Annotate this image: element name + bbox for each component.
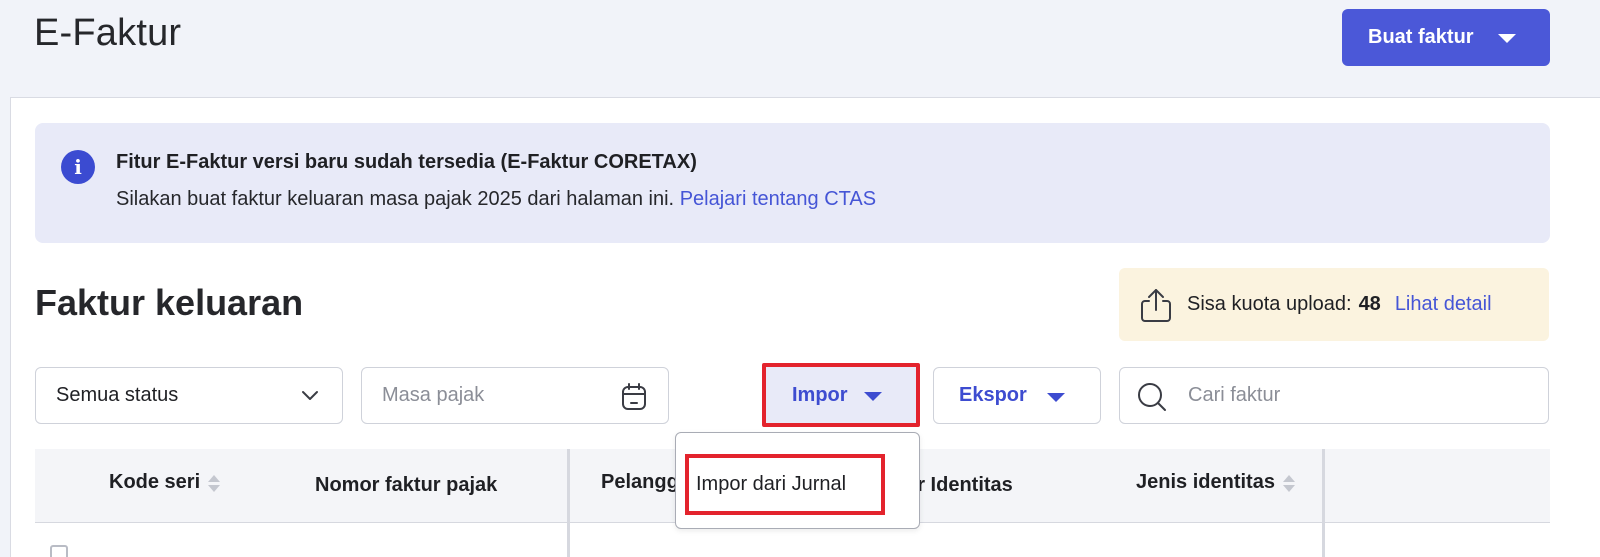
menu-item-label: Impor dari Jurnal — [696, 473, 847, 495]
search-icon — [1138, 383, 1166, 411]
search-placeholder: Cari faktur — [1188, 384, 1281, 406]
tax-period-placeholder: Masa pajak — [382, 384, 485, 406]
column-header-series-code[interactable]: Kode seri — [109, 471, 221, 494]
sort-icon[interactable] — [208, 473, 221, 493]
page-title: E-Faktur — [34, 12, 182, 54]
quota-detail-link[interactable]: Lihat detail — [1395, 293, 1492, 316]
info-banner-title: Fitur E-Faktur versi baru sudah tersedia… — [116, 151, 697, 173]
chevron-down-icon — [1498, 34, 1516, 43]
column-header-customer: Pelangg — [601, 471, 679, 494]
info-banner — [35, 123, 1550, 243]
column-header-label: Kode seri — [109, 471, 201, 493]
quota-value: 48 — [1358, 293, 1381, 315]
export-button-label: Ekspor — [959, 384, 1027, 406]
learn-ctas-link[interactable]: Pelajari tentang CTAS — [680, 188, 876, 210]
calendar-icon[interactable] — [620, 382, 648, 412]
column-header-label: or Identitas — [905, 474, 1013, 496]
info-icon: i — [61, 150, 95, 184]
column-header-identity-number: or Identitas — [905, 474, 1013, 497]
column-divider[interactable] — [567, 449, 570, 557]
import-button[interactable]: Impor — [762, 363, 920, 427]
import-button-label: Impor — [792, 383, 848, 406]
column-divider[interactable] — [1322, 449, 1325, 557]
upload-icon — [1141, 288, 1171, 322]
info-banner-text: Silakan buat faktur keluaran masa pajak … — [116, 188, 675, 210]
row-checkbox[interactable] — [50, 545, 68, 557]
export-button[interactable]: Ekspor — [933, 367, 1101, 424]
quota-label: Sisa kuota upload: — [1187, 293, 1352, 315]
tax-period-input[interactable]: Masa pajak — [361, 367, 669, 424]
column-header-tax-invoice-number: Nomor faktur pajak — [315, 474, 497, 497]
section-title: Faktur keluaran — [35, 282, 304, 323]
import-from-journal-item[interactable]: Impor dari Jurnal — [685, 454, 885, 515]
sort-icon[interactable] — [1282, 473, 1295, 493]
create-invoice-label: Buat faktur — [1368, 26, 1474, 48]
column-header-label: Jenis identitas — [1136, 471, 1275, 493]
search-input[interactable]: Cari faktur — [1119, 367, 1549, 424]
upload-quota-card: Sisa kuota upload: 48 Lihat detail — [1119, 268, 1549, 341]
chevron-down-icon — [302, 391, 318, 400]
column-header-identity-type[interactable]: Jenis identitas — [1136, 471, 1295, 494]
status-select[interactable]: Semua status — [35, 367, 343, 424]
info-banner-body: Silakan buat faktur keluaran masa pajak … — [116, 188, 876, 211]
create-invoice-button[interactable]: Buat faktur — [1342, 9, 1550, 66]
chevron-down-icon — [864, 392, 882, 401]
chevron-down-icon — [1047, 393, 1065, 402]
column-header-label: Pelangg — [601, 471, 679, 493]
column-header-label: Nomor faktur pajak — [315, 474, 498, 496]
status-select-value: Semua status — [56, 384, 179, 406]
